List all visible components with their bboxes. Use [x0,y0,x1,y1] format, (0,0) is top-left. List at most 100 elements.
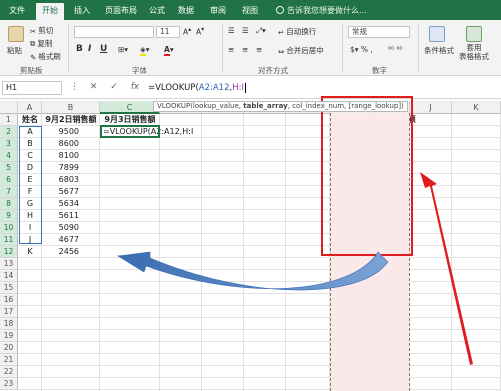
row-header-3[interactable]: 3 [0,138,18,150]
shrink-font-button[interactable]: A▾ [196,26,204,37]
gridline [18,245,501,246]
row-header-21[interactable]: 21 [0,354,18,366]
active-cell[interactable] [100,125,160,138]
middle-align-button[interactable]: ☰ [242,26,249,35]
column-header-c[interactable]: C [100,101,160,114]
row-header-15[interactable]: 15 [0,282,18,294]
column-header-j[interactable]: J [410,101,452,114]
column-header-a[interactable]: A [18,101,42,114]
tab-formulas[interactable]: 公式 [144,3,170,20]
tab-home[interactable]: 开始 [36,3,64,20]
cell-sales[interactable]: 7899 [42,162,82,174]
top-align-button[interactable]: ☰ [228,26,235,35]
cell-sales[interactable]: 8100 [42,150,82,162]
gridline [159,114,160,391]
row-header-20[interactable]: 20 [0,342,18,354]
column-header-k[interactable]: K [452,101,501,114]
cut-button[interactable]: ✂ 剪切 [30,25,53,36]
formula-text: =VLOOKUP( [148,83,199,93]
row-header-17[interactable]: 17 [0,306,18,318]
gridline [18,305,501,306]
row-header-23[interactable]: 23 [0,378,18,390]
select-all-corner[interactable] [0,101,18,114]
row-header-22[interactable]: 22 [0,366,18,378]
currency-button[interactable]: $▾ % , [350,45,373,54]
font-name-dropdown[interactable] [74,26,154,38]
conditional-format-icon[interactable] [429,26,445,42]
format-painter-button[interactable]: ✎ 格式刷 [30,51,61,62]
number-group-label: 数字 [372,66,387,75]
cancel-button[interactable]: ✕ [90,82,98,92]
center-align-button[interactable]: ≡ [242,45,248,54]
alignment-group-label: 对齐方式 [258,66,288,75]
divider [418,24,419,72]
row-header-14[interactable]: 14 [0,270,18,282]
row-header-10[interactable]: 10 [0,222,18,234]
decimal-buttons[interactable]: ⁰⁰ ⁰⁰ [388,45,402,54]
cell-sales[interactable]: 5611 [42,210,82,222]
tab-file[interactable]: 文件 [4,3,30,20]
tell-me-text: 告诉我您想要做什么... [287,6,367,15]
copy-button[interactable]: ⧉ 复制 [30,38,52,49]
cell-name[interactable]: K [18,246,42,258]
cell-sales[interactable]: 5677 [42,186,82,198]
tab-insert[interactable]: 插入 [68,3,96,20]
row-header-16[interactable]: 16 [0,294,18,306]
row-header-19[interactable]: 19 [0,330,18,342]
formula-input[interactable]: =VLOOKUP(A2:A12,H:I [148,81,498,95]
column-header-b[interactable]: B [42,101,100,114]
table-format-icon[interactable] [466,26,482,42]
borders-button[interactable]: ⊞▾ [118,45,128,54]
cell-sales[interactable]: 9500 [42,126,82,138]
cell-sales[interactable]: 5634 [42,198,82,210]
row-header-7[interactable]: 7 [0,186,18,198]
ribbon: 粘贴 ✂ 剪切 ⧉ 复制 ✎ 格式刷 剪贴板 11 A▴ A▾ B I U ⊞▾ ◈▾… [0,20,501,76]
row-header-1[interactable]: 1 [0,114,18,126]
fill-color-button[interactable]: ◈▾ [140,45,150,56]
font-size-dropdown[interactable]: 11 [156,26,180,38]
insert-function-button[interactable]: fx [131,82,140,92]
tab-data[interactable]: 数据 [172,3,200,20]
tab-view[interactable]: 视图 [236,3,264,20]
row-header-6[interactable]: 6 [0,174,18,186]
enter-button[interactable]: ✓ [110,82,118,92]
cell-sales[interactable]: 4677 [42,234,82,246]
row-header-5[interactable]: 5 [0,162,18,174]
underline-button[interactable]: U [100,44,107,54]
row-header-4[interactable]: 4 [0,150,18,162]
tab-review[interactable]: 审阅 [204,3,232,20]
row-header-13[interactable]: 13 [0,258,18,270]
header-cell-name[interactable]: 姓名 [18,114,42,126]
row-header-18[interactable]: 18 [0,318,18,330]
grow-font-button[interactable]: A▴ [183,26,191,37]
cell-sales[interactable]: 6803 [42,174,82,186]
number-format-dropdown[interactable]: 常规 [348,26,410,38]
row-header-12[interactable]: 12 [0,246,18,258]
left-align-button[interactable]: ≡ [228,45,234,54]
row-header-9[interactable]: 9 [0,210,18,222]
wrap-text-button[interactable]: ↵ 自动换行 [278,26,316,37]
name-box[interactable]: H1 [2,81,62,95]
bold-button[interactable]: B [76,44,83,54]
row-header-8[interactable]: 8 [0,198,18,210]
format-as-table-button[interactable]: 套用 表格格式 [459,43,489,61]
copy-label: 复制 [37,39,53,48]
tab-page-layout[interactable]: 页面布局 [100,3,142,20]
header-cell-sep2-sales[interactable]: 9月2日销售额 [42,114,100,126]
font-color-button[interactable]: A▾ [164,45,174,56]
merge-center-button[interactable]: ⇔ 合并后居中 [278,45,324,56]
cell-sales[interactable]: 2456 [42,246,82,258]
orientation-button[interactable]: ⤢▾ [256,26,266,36]
paste-icon[interactable] [8,26,24,42]
italic-button[interactable]: I [88,44,91,54]
cell-sales[interactable]: 8600 [42,138,82,150]
paste-button[interactable]: 粘贴 [7,45,22,56]
cell-sales[interactable]: 5090 [42,222,82,234]
right-align-button[interactable]: ≡ [256,45,262,54]
conditional-format-button[interactable]: 条件格式 [424,45,454,56]
gridline [99,114,100,391]
row-header-11[interactable]: 11 [0,234,18,246]
spreadsheet-grid[interactable]: ABCDEFGHIJK12345678910111213141516171819… [0,101,501,391]
tell-me-box[interactable]: 告诉我您想要做什么... [276,5,367,16]
row-header-2[interactable]: 2 [0,126,18,138]
